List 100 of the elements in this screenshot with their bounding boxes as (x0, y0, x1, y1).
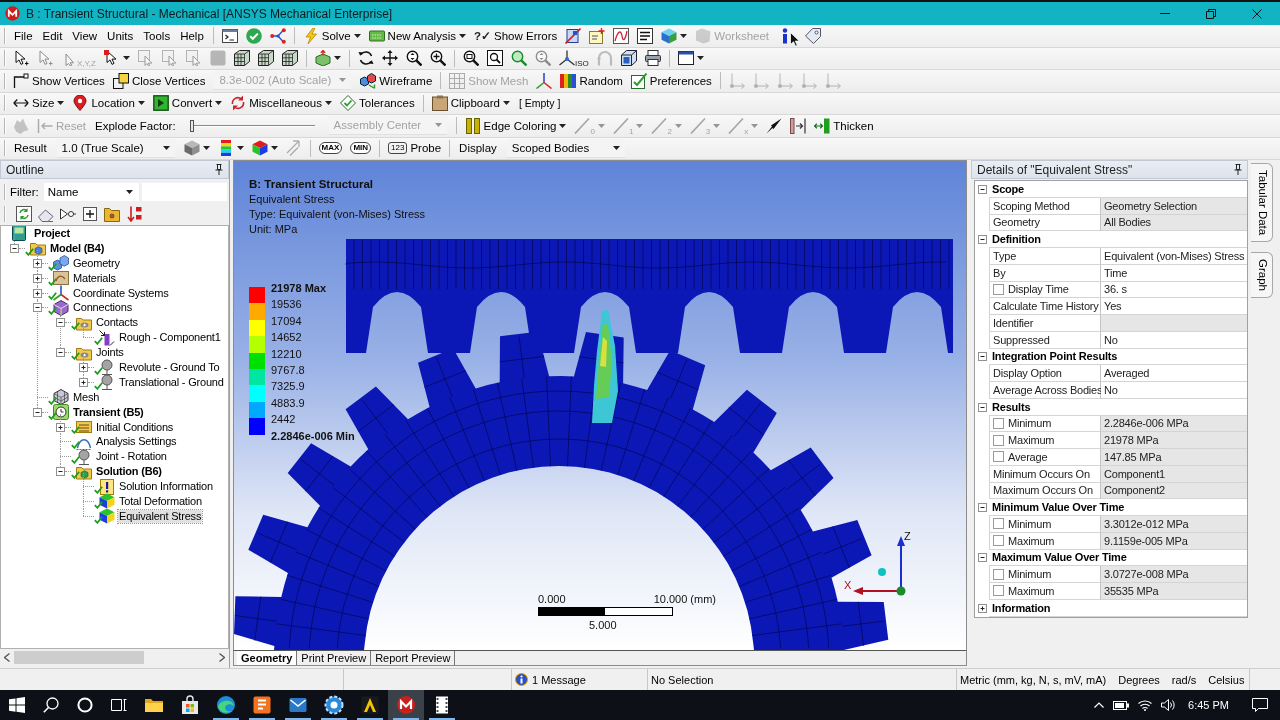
checkbox[interactable] (993, 585, 1004, 597)
mesh-select-button[interactable] (255, 48, 277, 69)
speaker-icon[interactable] (1161, 699, 1176, 711)
pin-icon[interactable] (1234, 164, 1242, 175)
tree-item[interactable]: Initial Conditions (95, 420, 175, 434)
collapse-icon[interactable] (56, 318, 65, 328)
scrollbar-thumb[interactable] (14, 650, 144, 664)
wifi-icon[interactable] (1138, 699, 1153, 711)
view-tab[interactable]: Report Preview (371, 651, 456, 665)
menu-item[interactable]: File (10, 25, 37, 46)
tree-item[interactable]: Mesh (72, 390, 101, 404)
windows-start-icon[interactable] (9, 697, 25, 713)
chevron-up-icon[interactable] (1094, 702, 1105, 708)
ring-icon[interactable] (77, 697, 93, 713)
menu-item[interactable]: Tools (139, 25, 175, 46)
result-marker-button[interactable]: MIN (350, 142, 372, 155)
tolerances-button[interactable]: Tolerances (337, 93, 418, 114)
collapse-icon[interactable] (33, 407, 42, 417)
tree-item[interactable]: Translational - Ground (118, 375, 225, 389)
notification-icon[interactable] (1252, 698, 1268, 712)
mesh-select-button[interactable] (279, 48, 301, 69)
menu-item[interactable]: Edit (38, 25, 67, 46)
angle-unit[interactable]: Degrees (1118, 673, 1160, 686)
refresh-icon[interactable] (16, 206, 32, 222)
edge-coloring-button[interactable]: Edge Coloring (461, 115, 570, 136)
collapse-icon[interactable] (33, 303, 42, 313)
checkbox[interactable] (993, 451, 1004, 463)
checkbox[interactable] (993, 518, 1004, 530)
group-header[interactable]: Scope (989, 181, 1247, 198)
tree-item[interactable]: Model (B4) (49, 241, 106, 255)
checkbox[interactable] (993, 535, 1004, 547)
menu-item[interactable]: View (68, 25, 102, 46)
model-viewport[interactable]: B: Transient Structural Equivalent Stress Type: Equivalent (von-Mises) Stress Unit: MPa 21978 Max 19536 17094 14652 12210 9767.8 7325.9 4883.9 2442 2.2846e-006 Min 0.000 10.000 (mm) 5.000 Z X (233, 160, 967, 650)
preferences-button[interactable]: Preferences (627, 70, 715, 91)
mesh-select-button[interactable] (231, 48, 253, 69)
temperature-unit[interactable]: Celsius (1208, 673, 1245, 686)
new-analysis-button[interactable]: New Analysis (365, 25, 469, 46)
expand-icon[interactable] (56, 422, 65, 432)
thicken-button[interactable]: Thicken (811, 115, 877, 136)
side-tab[interactable]: Tabular Data (1251, 163, 1273, 243)
solve-button[interactable]: Solve (299, 25, 364, 46)
checkbox[interactable] (993, 417, 1004, 429)
view-tab[interactable]: Geometry (237, 651, 298, 665)
zoom-fit-button[interactable] (484, 48, 506, 69)
tree-item[interactable]: Solution Information (118, 480, 214, 494)
tree-item[interactable]: Total Deformation (118, 494, 203, 508)
rate-unit[interactable]: rad/s (1171, 673, 1197, 686)
expand-icon[interactable] (33, 273, 42, 283)
view-tab[interactable]: Print Preview (297, 651, 372, 665)
expand-all-icon[interactable] (82, 206, 98, 222)
checkbox[interactable] (993, 568, 1004, 580)
collapse-icon[interactable] (977, 553, 987, 563)
scroll-left-icon[interactable] (4, 652, 10, 662)
sort-icon[interactable] (126, 206, 142, 222)
tree-item[interactable]: Joints (95, 346, 125, 360)
tree-item[interactable]: Revolute - Ground To (118, 360, 221, 374)
scroll-right-icon[interactable] (219, 652, 225, 662)
tree-item[interactable]: Equivalent Stress (118, 509, 203, 523)
location-button[interactable]: Location (69, 93, 148, 114)
group-header[interactable]: Results (989, 398, 1247, 416)
collapse-icon[interactable] (977, 503, 987, 513)
filter-dropdown[interactable]: Name (43, 183, 139, 201)
tree-item[interactable]: Transient (B5) (72, 405, 145, 419)
close-vertices-button[interactable]: Close Vertices (109, 70, 209, 91)
tree-item[interactable]: Analysis Settings (95, 435, 178, 449)
collapse-icon[interactable] (977, 352, 987, 362)
task-view-icon[interactable] (111, 697, 127, 713)
collapse-icon[interactable] (10, 243, 19, 253)
tree-item[interactable]: Project (33, 226, 71, 240)
clock[interactable]: 6:45 PM (1188, 699, 1229, 711)
taskbar-button[interactable] (388, 690, 424, 720)
folder-icon[interactable] (104, 206, 120, 222)
wireframe-button[interactable]: Wireframe (357, 70, 436, 91)
show-errors-button[interactable]: ?✓ Show Errors (470, 25, 561, 46)
show-vertices-button[interactable]: Show Vertices (10, 70, 108, 91)
tree-item[interactable]: Rough - Component1 (118, 331, 222, 345)
expand-icon[interactable] (977, 603, 987, 613)
iso-view-button[interactable]: ISO (556, 48, 592, 69)
search-icon[interactable] (43, 697, 59, 713)
result-marker-button[interactable]: MAX (318, 142, 343, 155)
filter-node-icon[interactable] (60, 206, 76, 222)
expand-icon[interactable] (33, 288, 42, 298)
convert-button[interactable]: Convert (149, 93, 226, 114)
pin-icon[interactable] (215, 164, 223, 175)
random-colors-button[interactable]: Random (557, 70, 626, 91)
menu-item[interactable]: Help (176, 25, 208, 46)
collapse-icon[interactable] (977, 235, 987, 245)
collapse-icon[interactable] (977, 402, 987, 412)
collapse-icon[interactable] (977, 184, 987, 194)
expand-icon[interactable] (33, 258, 42, 268)
battery-icon[interactable] (1113, 700, 1130, 710)
eraser-icon[interactable] (38, 206, 54, 222)
menu-item[interactable]: Units (103, 25, 138, 46)
checkbox[interactable] (993, 283, 1004, 295)
tree-item[interactable]: Contacts (95, 316, 139, 330)
unit-system[interactable]: Metric (mm, kg, N, s, mV, mA) (960, 673, 1107, 686)
checkbox[interactable] (993, 434, 1004, 446)
clipboard-button[interactable]: Clipboard (428, 93, 513, 114)
expand-icon[interactable] (79, 377, 88, 387)
tree-item[interactable]: Solution (B6) (95, 465, 163, 479)
